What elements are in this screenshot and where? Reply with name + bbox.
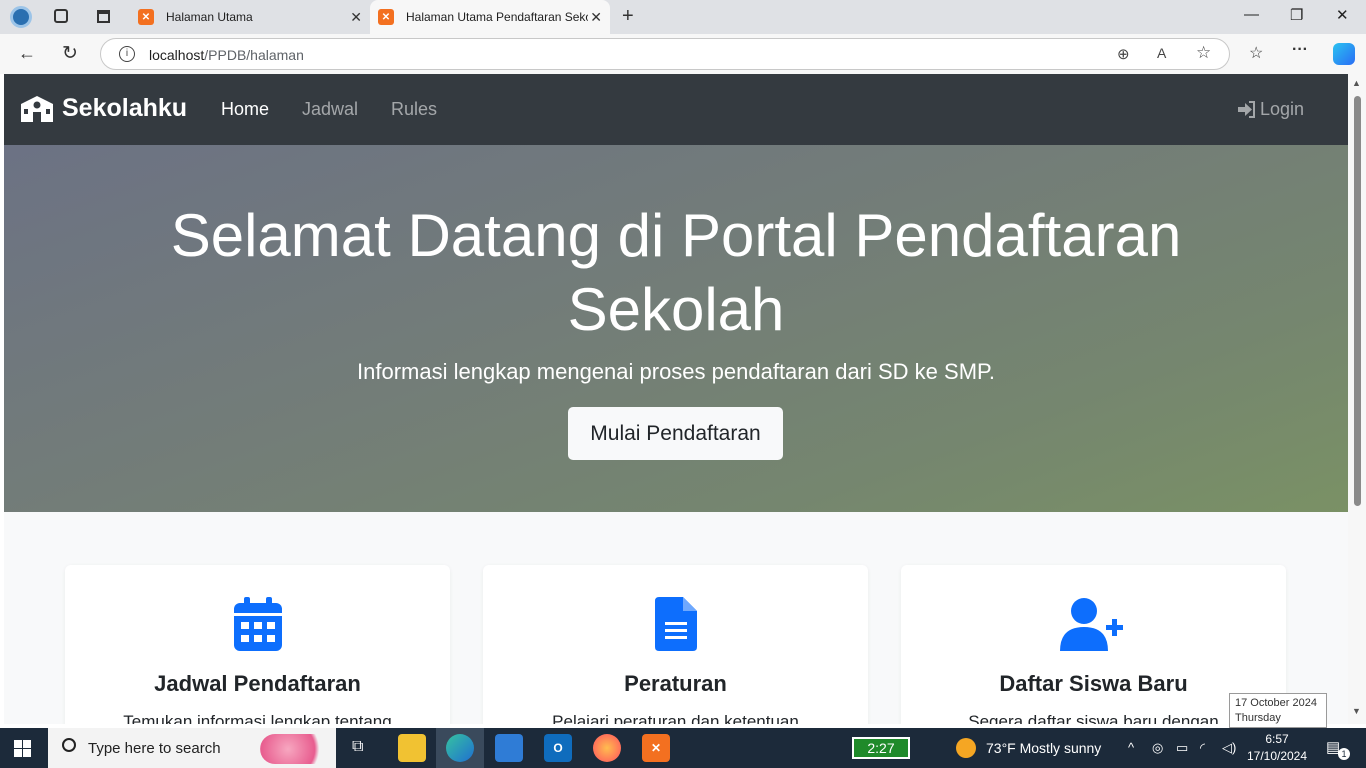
edge-icon[interactable] <box>446 734 474 762</box>
card-title: Jadwal Pendaftaran <box>154 671 361 696</box>
brand[interactable]: Sekolahku <box>20 94 187 123</box>
scroll-up-icon[interactable]: ▲ <box>1352 78 1361 88</box>
tooltip-day: Thursday <box>1235 712 1281 724</box>
tab-title: Halaman Utama <box>166 10 253 24</box>
close-tab-icon[interactable]: ✕ <box>350 9 362 26</box>
hero-section: Selamat Datang di Portal Pendaftaran Sek… <box>4 145 1348 512</box>
school-icon <box>21 95 53 122</box>
date-tooltip: 17 October 2024 Thursday <box>1229 693 1327 728</box>
feature-card-jadwal[interactable]: Jadwal Pendaftaran Temukan informasi len… <box>65 565 450 724</box>
new-tab-icon[interactable]: + <box>622 5 634 28</box>
tab-title: Halaman Utama Pendaftaran Sekol <box>406 10 588 24</box>
volume-icon[interactable]: ◁) <box>1222 740 1236 756</box>
taskbar-search[interactable]: Type here to search <box>48 728 336 768</box>
meet-now-icon[interactable]: ◎ <box>1152 740 1163 756</box>
close-window-icon[interactable]: ✕ <box>1336 6 1349 24</box>
scrollbar-thumb[interactable] <box>1354 96 1361 506</box>
profile-icon[interactable] <box>10 6 32 28</box>
firefox-icon[interactable] <box>593 734 621 762</box>
feature-card-peraturan[interactable]: Peraturan Pelajari peraturan dan ketentu… <box>483 565 868 724</box>
browser-toolbar: ← ↻ i localhost/PPDB/halaman ⊕ A ☆ ☆ ··· <box>0 34 1366 74</box>
tab-halaman-pendaftaran[interactable]: ✕ Halaman Utama Pendaftaran Sekol ✕ <box>370 0 610 34</box>
card-description: Segera daftar siswa baru dengan <box>968 712 1219 724</box>
start-registration-button[interactable]: Mulai Pendaftaran <box>568 407 783 460</box>
favorites-icon[interactable]: ☆ <box>1249 43 1263 63</box>
login-link[interactable]: Login <box>1237 99 1304 120</box>
calendar-icon <box>233 597 282 651</box>
microsoft-store-icon[interactable] <box>495 734 523 762</box>
document-icon <box>654 597 697 651</box>
nav-home[interactable]: Home <box>221 99 269 120</box>
tab-actions-icon[interactable] <box>97 10 110 23</box>
site-info-icon[interactable]: i <box>119 46 135 62</box>
refresh-icon[interactable]: ↻ <box>62 42 78 65</box>
minimize-icon[interactable]: — <box>1244 6 1259 23</box>
more-icon[interactable]: ··· <box>1292 41 1308 59</box>
search-icon <box>62 738 76 752</box>
user-plus-icon <box>1059 598 1123 651</box>
card-description: Pelajari peraturan dan ketentuan <box>552 712 799 724</box>
nav-jadwal[interactable]: Jadwal <box>302 99 358 120</box>
card-title: Peraturan <box>624 671 727 696</box>
weather-text[interactable]: 73°F Mostly sunny <box>986 740 1101 756</box>
url-text: localhost/PPDB/halaman <box>149 47 304 63</box>
xampp-favicon-icon: ✕ <box>138 9 154 25</box>
browser-tab-strip: ✕ Halaman Utama ✕ ✕ Halaman Utama Pendaf… <box>0 0 1366 34</box>
clock-time: 6:57 <box>1265 732 1289 746</box>
notification-count: 1 <box>1338 748 1350 760</box>
search-placeholder: Type here to search <box>88 740 221 757</box>
battery-icon[interactable]: ▭ <box>1176 740 1188 756</box>
nav-rules[interactable]: Rules <box>391 99 437 120</box>
card-description: Temukan informasi lengkap tentang <box>123 712 392 724</box>
restore-icon[interactable]: ❐ <box>1290 6 1303 24</box>
hero-subtitle: Informasi lengkap mengenai proses pendaf… <box>357 359 995 384</box>
taskbar: Type here to search ⧉ O ✕ 2:27 73°F Most… <box>0 728 1366 768</box>
favorite-star-icon[interactable]: ☆ <box>1196 43 1211 63</box>
battery-indicator[interactable]: 2:27 <box>852 737 910 759</box>
windows-start-icon[interactable] <box>14 740 31 757</box>
back-icon[interactable]: ← <box>18 43 36 64</box>
zoom-icon[interactable]: ⊕ <box>1117 45 1130 63</box>
taskbar-clock[interactable]: 6:57 17/10/2024 <box>1244 731 1310 765</box>
task-view-icon[interactable]: ⧉ <box>352 738 363 756</box>
sign-in-icon <box>1237 101 1255 118</box>
file-explorer-icon[interactable] <box>398 734 426 762</box>
close-tab-icon[interactable]: ✕ <box>590 9 602 26</box>
brand-name: Sekolahku <box>62 94 188 122</box>
address-bar[interactable]: i localhost/PPDB/halaman ⊕ A ☆ <box>100 38 1230 70</box>
outlook-icon[interactable]: O <box>544 734 572 762</box>
page-scrollbar[interactable]: ▲ ▼ <box>1348 74 1366 724</box>
navbar: Sekolahku Home Jadwal Rules Login <box>4 74 1348 145</box>
workspaces-icon[interactable] <box>54 9 68 23</box>
page-viewport: Sekolahku Home Jadwal Rules Login Selama… <box>4 74 1348 724</box>
wifi-icon[interactable]: ◜ <box>1200 740 1205 756</box>
login-label: Login <box>1259 99 1304 119</box>
copilot-icon[interactable] <box>1333 43 1355 65</box>
search-highlight-icon <box>260 734 330 764</box>
weather-icon[interactable] <box>956 738 976 758</box>
show-hidden-icons[interactable]: ^ <box>1128 740 1134 755</box>
xampp-favicon-icon: ✕ <box>378 9 394 25</box>
read-aloud-icon[interactable]: A <box>1157 45 1166 61</box>
xampp-icon[interactable]: ✕ <box>642 734 670 762</box>
clock-date: 17/10/2024 <box>1246 749 1308 763</box>
tooltip-date: 17 October 2024 <box>1235 697 1317 709</box>
hero-title: Selamat Datang di Portal Pendaftaran Sek… <box>170 202 1182 343</box>
tab-halaman-utama[interactable]: ✕ Halaman Utama ✕ <box>130 0 370 34</box>
scroll-down-icon[interactable]: ▼ <box>1352 706 1361 716</box>
